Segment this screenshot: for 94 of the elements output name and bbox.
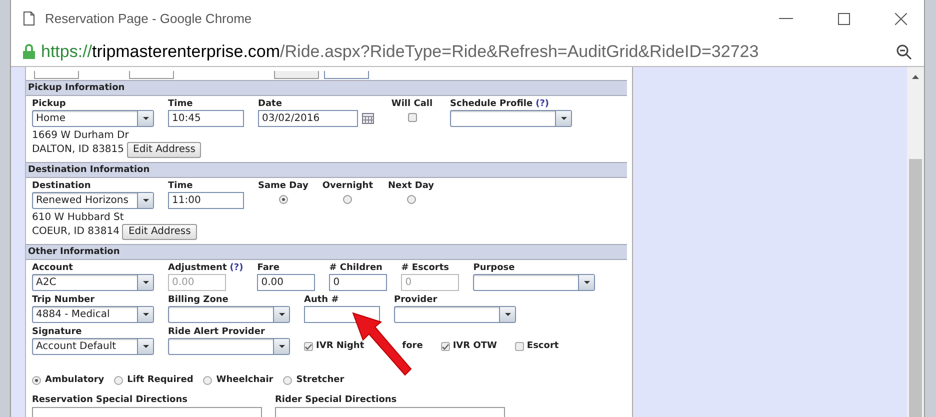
text-field[interactable]: [324, 71, 369, 79]
radio-button[interactable]: [203, 376, 212, 386]
field-label: Account: [32, 262, 74, 274]
checkbox-label: IVR OTW: [452, 340, 497, 353]
section-header: Other Information: [26, 244, 627, 260]
checkbox[interactable]: [514, 342, 524, 351]
address-line: 1669 W Durham Dr: [32, 130, 130, 142]
field-label: Purpose: [473, 262, 516, 274]
caret-icon: [278, 345, 284, 348]
radio-button[interactable]: [32, 376, 41, 386]
caret-icon: [142, 199, 148, 202]
dropdown[interactable]: Home: [32, 110, 154, 127]
dropdown[interactable]: [450, 110, 572, 127]
zoom-out-icon[interactable]: [896, 44, 912, 60]
text-field[interactable]: 0.00: [257, 274, 316, 291]
radio-button[interactable]: [278, 195, 288, 204]
field-label: Trip Number: [32, 294, 96, 306]
radio-label: Wheelchair: [216, 374, 274, 387]
edit-address-button[interactable]: Edit Address: [127, 142, 202, 158]
checkbox[interactable]: [408, 113, 416, 122]
field-label: Adjustment: [168, 263, 227, 273]
radio-button[interactable]: [283, 376, 292, 386]
dropdown[interactable]: [473, 274, 596, 291]
dropdown[interactable]: [168, 338, 290, 355]
scrollbar[interactable]: [907, 67, 924, 417]
radio-button[interactable]: [343, 195, 352, 204]
field-label: Destination: [32, 180, 92, 192]
field-label: Will Call: [391, 98, 433, 110]
minimize-icon[interactable]: [779, 18, 793, 20]
caret-icon: [504, 313, 510, 316]
address-line: 610 W Hubbard St: [32, 212, 125, 224]
dropdown[interactable]: 4884 - Medical: [32, 306, 154, 323]
field-label: Time: [168, 180, 194, 192]
checkbox[interactable]: [304, 342, 313, 351]
field-label: # Escorts: [401, 262, 450, 274]
lock-icon: [23, 44, 35, 59]
field-label: Billing Zone: [168, 294, 230, 306]
caret-icon: [142, 117, 148, 120]
caret-icon: [278, 313, 284, 316]
radio-label: Ambulatory: [45, 374, 104, 387]
field-label: Signature: [32, 326, 83, 338]
field-label: Date: [258, 98, 283, 110]
checkbox-label: fore: [402, 340, 423, 353]
dropdown[interactable]: Account Default: [32, 338, 154, 355]
window-title: Reservation Page - Google Chrome: [45, 10, 252, 28]
checkbox-label: IVR Night: [316, 340, 364, 353]
text-field[interactable]: [129, 71, 174, 79]
field-label: Overnight: [322, 180, 374, 192]
close-icon[interactable]: [895, 12, 907, 24]
dropdown[interactable]: Renewed Horizons: [32, 192, 154, 209]
field-label: Rider Special Directions: [275, 394, 398, 406]
checkbox[interactable]: [440, 342, 450, 351]
field-label: Provider: [394, 294, 438, 306]
address-line: DALTON, ID 83815: [32, 144, 124, 156]
section-header: Pickup Information: [26, 80, 627, 96]
text-field[interactable]: [34, 71, 79, 79]
field-label: Time: [168, 98, 194, 110]
text-field[interactable]: 0: [329, 274, 388, 291]
scroll-up-icon[interactable]: [912, 75, 919, 79]
help-link[interactable]: (?): [536, 99, 550, 109]
caret-icon: [560, 117, 566, 120]
address-bar[interactable]: https://tripmasterenterprise.com/Ride.aspx?RideType=Ride&Refresh=AuditGrid&RideID=32723: [41, 38, 759, 64]
radio-button[interactable]: [114, 376, 124, 386]
calendar-icon[interactable]: [362, 113, 374, 124]
text-field[interactable]: 11:00: [168, 192, 244, 209]
address-line: COEUR, ID 83814: [32, 226, 120, 238]
caret-icon: [142, 281, 148, 284]
field-label: Pickup: [32, 98, 67, 110]
field-label: Fare: [257, 262, 280, 274]
field-label: Same Day: [258, 180, 308, 192]
section-header: Destination Information: [26, 162, 627, 178]
radio-label: Stretcher: [296, 374, 344, 387]
field-label: Reservation Special Directions: [32, 394, 188, 406]
radio-label: Lift Required: [127, 374, 194, 387]
dropdown[interactable]: [394, 306, 516, 323]
maximize-icon[interactable]: [838, 12, 850, 24]
radio-button[interactable]: [406, 195, 416, 204]
field-label: Ride Alert Provider: [168, 326, 266, 338]
date-field[interactable]: 03/02/2016: [258, 110, 358, 127]
caret-icon: [142, 345, 148, 348]
field-label: Schedule Profile: [450, 99, 533, 109]
page-icon: [23, 11, 35, 26]
dropdown[interactable]: A2C: [32, 274, 154, 291]
calculate-button[interactable]: [274, 71, 319, 79]
field-label: # Children: [329, 262, 384, 274]
field-label: Auth #: [304, 294, 340, 306]
caret-icon: [584, 281, 590, 284]
checkbox-label: Escort: [526, 340, 559, 353]
scrollbar-thumb[interactable]: [909, 159, 922, 417]
text-field[interactable]: 10:45: [168, 110, 244, 127]
dropdown[interactable]: [168, 306, 290, 323]
caret-icon: [142, 313, 148, 316]
field-label: Next Day: [388, 180, 434, 192]
edit-address-button[interactable]: Edit Address: [122, 224, 197, 240]
